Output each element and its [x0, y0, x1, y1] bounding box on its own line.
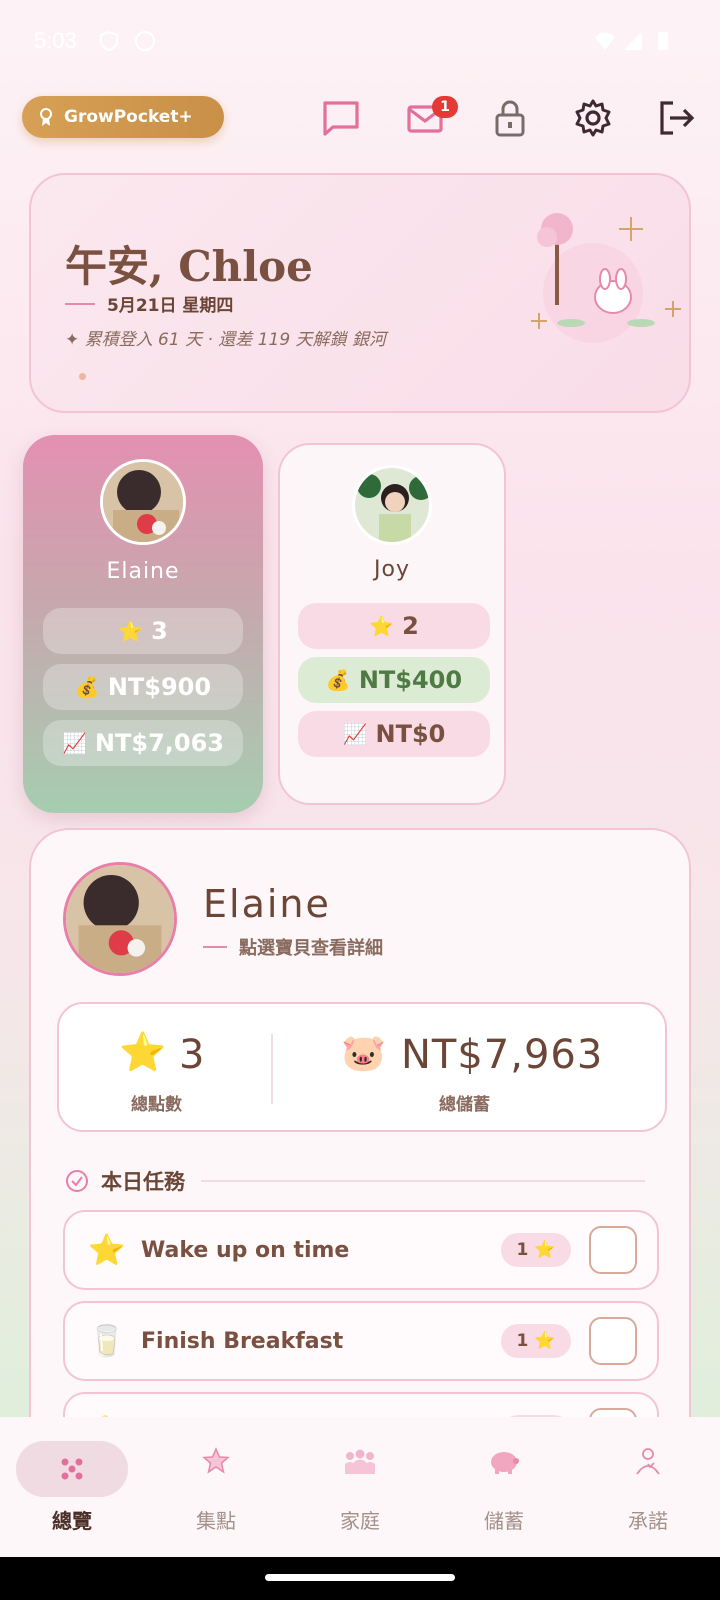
home-handle[interactable]: [265, 1574, 455, 1581]
task-checkbox[interactable]: [589, 1226, 637, 1274]
nav-label: 家庭: [340, 1509, 380, 1533]
stats-box: ⭐ 3 總點數 🐷 NT$7,963 總儲蓄: [57, 1002, 667, 1132]
candlestick-icon: 📈: [342, 722, 368, 746]
kid-card-elaine[interactable]: Elaine ⭐ 3 💰 NT$900 📈 NT$7,063: [23, 435, 263, 813]
kid-savings-value: NT$900: [107, 673, 212, 701]
kid-stars-value: 3: [151, 617, 168, 645]
kid-name: Elaine: [106, 559, 180, 584]
points-label: 總點數: [131, 1095, 182, 1115]
mail-count-badge: 1: [432, 96, 458, 118]
decor-dot: [79, 373, 86, 380]
kid-stars-pill: ⭐ 2: [298, 603, 490, 649]
detail-avatar[interactable]: [63, 862, 177, 976]
greeting-card: 午安, Chloe 5月21日 星期四 ✦ 累積登入 61 天 · 還差 119…: [29, 173, 691, 413]
kid-stars-value: 2: [402, 612, 419, 640]
star-icon: ⭐: [119, 1030, 167, 1074]
nav-label: 集點: [196, 1509, 236, 1533]
task-row[interactable]: ⭐ Wake up on time 1 ⭐: [63, 1210, 659, 1290]
detail-hint-text: 點選寶貝查看詳細: [239, 938, 383, 959]
check-circle-icon: [66, 1170, 88, 1192]
kid-invest-value: NT$0: [375, 720, 446, 748]
kid-savings-pill: 💰 NT$400: [298, 657, 490, 703]
promise-icon: [618, 1441, 678, 1481]
section-header: 本日任務: [65, 1166, 645, 1196]
avatar: [352, 465, 432, 545]
avatar-photo: [355, 468, 429, 542]
kid-name: Joy: [374, 557, 410, 582]
status-time: 5:03: [34, 28, 77, 53]
money-bag-icon: 💰: [325, 668, 351, 692]
greeting-date: 5月21日 星期四: [65, 291, 233, 316]
nav-label: 承諾: [628, 1509, 668, 1533]
logout-icon[interactable]: [656, 98, 696, 138]
kid-invest-pill: 📈 NT$0: [298, 711, 490, 757]
task-name: Wake up on time: [141, 1237, 350, 1263]
growpocket-plus-badge[interactable]: GrowPocket+: [22, 96, 224, 138]
detail-kid-name: Elaine: [203, 882, 331, 926]
star-icon: ⭐: [118, 619, 144, 643]
kid-savings-pill: 💰 NT$900: [43, 664, 243, 710]
wifi-icon: [595, 32, 615, 50]
nav-savings[interactable]: 儲蓄: [432, 1417, 576, 1557]
date-text: 5月21日 星期四: [107, 296, 234, 316]
milk-icon: 🥛: [88, 1323, 126, 1359]
piggy-bank-icon: [474, 1441, 534, 1481]
nav-overview[interactable]: 總覽: [0, 1417, 144, 1557]
avatar-photo: [66, 865, 174, 973]
section-title: 本日任務: [101, 1170, 185, 1194]
task-points: 1 ⭐: [501, 1324, 571, 1358]
savings-label: 總儲蓄: [439, 1095, 490, 1115]
task-points-value: 1: [516, 1240, 529, 1260]
task-name: Finish Breakfast: [141, 1328, 344, 1354]
bottom-nav: 總覽 集點 家庭 儲蓄 承諾: [0, 1417, 720, 1557]
avatar-photo: [103, 462, 183, 542]
nav-points[interactable]: 集點: [144, 1417, 288, 1557]
nav-label: 儲蓄: [484, 1509, 524, 1533]
top-bar: GrowPocket+ 1: [0, 94, 720, 150]
lock-icon[interactable]: [490, 98, 530, 138]
shield-icon: [100, 30, 118, 52]
points-value: 3: [179, 1032, 206, 1078]
battery-icon: [658, 32, 668, 50]
section-rule: [201, 1180, 645, 1182]
divider-line: [203, 946, 227, 948]
nav-label: 總覽: [52, 1509, 92, 1533]
candlestick-icon: 📈: [62, 731, 87, 755]
piggy-bank-icon: 🐷: [341, 1033, 386, 1074]
savings-value: NT$7,963: [401, 1032, 604, 1078]
award-icon: [40, 108, 52, 126]
kid-stars-pill: ⭐ 3: [43, 608, 243, 654]
detail-hint: 點選寶貝查看詳細: [203, 934, 383, 960]
system-nav-bar: [0, 1557, 720, 1600]
task-row[interactable]: 🥛 Finish Breakfast 1 ⭐: [63, 1301, 659, 1381]
chat-icon[interactable]: [321, 98, 361, 138]
greeting-title: 午安, Chloe: [65, 242, 313, 291]
stats-divider: [271, 1034, 273, 1104]
task-points: 1 ⭐: [501, 1233, 571, 1267]
badge-label: GrowPocket+: [64, 107, 193, 127]
kid-savings-value: NT$400: [358, 666, 463, 694]
divider-line: [65, 302, 95, 305]
kid-card-joy[interactable]: Joy ⭐ 2 💰 NT$400 📈 NT$0: [278, 443, 506, 805]
nav-family[interactable]: 家庭: [288, 1417, 432, 1557]
status-bar: 5:03: [0, 0, 720, 86]
nav-promise[interactable]: 承諾: [576, 1417, 720, 1557]
gear-icon[interactable]: [573, 98, 613, 138]
task-checkbox[interactable]: [589, 1317, 637, 1365]
task-points-value: 1: [516, 1331, 529, 1351]
login-streak-text: ✦ 累積登入 61 天 · 還差 119 天解鎖 銀河: [65, 330, 386, 350]
avatar: [100, 459, 186, 545]
bunny-tree-illustration: [531, 213, 681, 343]
kid-invest-value: NT$7,063: [94, 729, 224, 757]
signal-icon: [624, 32, 642, 50]
overview-icon: [16, 1441, 128, 1497]
money-bag-icon: 💰: [74, 675, 100, 699]
star-icon: ⭐: [88, 1232, 126, 1268]
star-icon: ⭐: [369, 614, 395, 638]
family-icon: [330, 1441, 390, 1481]
star-badge-icon: [186, 1441, 246, 1481]
face-icon: [135, 31, 155, 51]
kid-invest-pill: 📈 NT$7,063: [43, 720, 243, 766]
